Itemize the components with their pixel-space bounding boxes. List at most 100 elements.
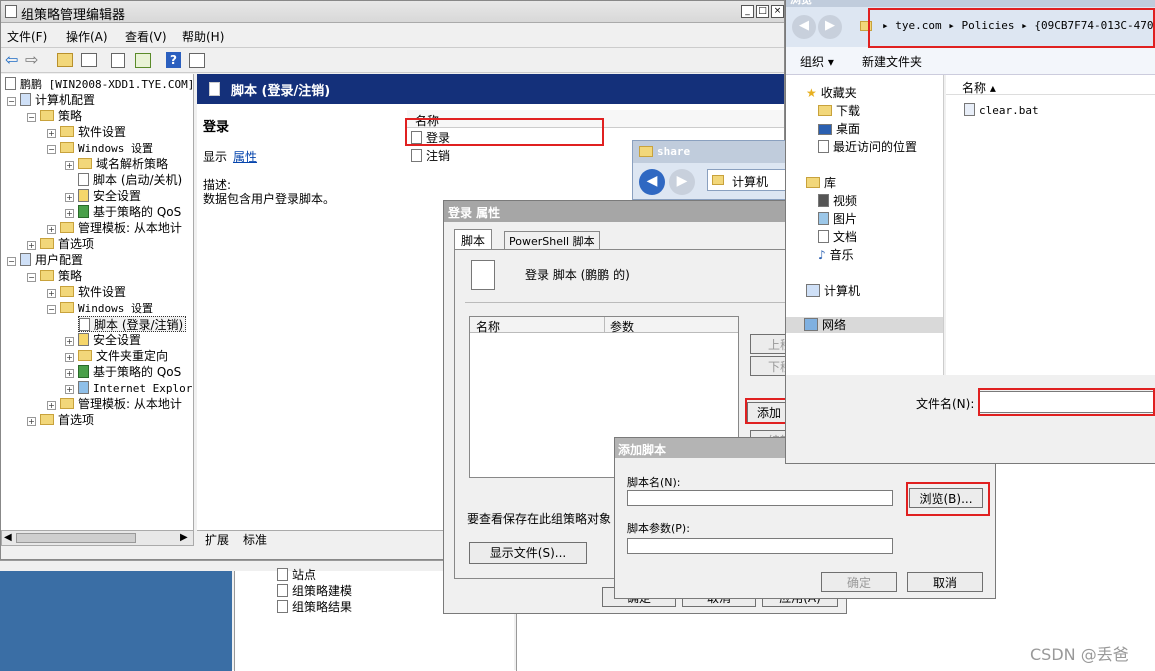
tree-user-admin-templates[interactable]: + 管理模板: 从本地计 <box>47 396 182 412</box>
expand-icon[interactable]: + <box>65 385 74 394</box>
tree-scripts-startup[interactable]: 脚本 (启动/关机) <box>78 172 182 188</box>
tree-scripts-logon[interactable]: 脚本 (登录/注销) <box>78 316 187 332</box>
properties-link[interactable]: 属性 <box>233 148 257 165</box>
col-name[interactable]: 名称 <box>476 318 500 335</box>
script-name-input[interactable] <box>627 490 893 506</box>
help-icon[interactable]: ? <box>166 52 181 68</box>
nav-pictures[interactable]: 图片 <box>818 211 857 227</box>
collapse-icon[interactable]: − <box>27 113 36 122</box>
maximize-icon[interactable]: □ <box>756 5 769 18</box>
tab-scripts[interactable]: 脚本 <box>454 229 493 249</box>
tree-user-policies[interactable]: − 策略 <box>27 268 82 284</box>
tree-windows-settings[interactable]: − Windows 设置 <box>47 140 153 156</box>
gpmc-modeling[interactable]: 组策略建模 <box>277 583 352 599</box>
crumb-guid[interactable]: {09CB7F74-013C-470E-95 <box>1034 19 1155 32</box>
collapse-icon[interactable]: − <box>7 257 16 266</box>
new-folder-button[interactable]: 新建文件夹 <box>862 53 922 70</box>
tab-standard[interactable]: 标准 <box>243 531 267 548</box>
tree-admin-templates[interactable]: + 管理模板: 从本地计 <box>47 220 182 236</box>
tree-user-security[interactable]: + 安全设置 <box>65 332 141 348</box>
nav-computer[interactable]: 计算机 <box>806 283 860 299</box>
tree-root[interactable]: 鹏鹏 [WIN2008-XDD1.TYE.COM] <box>5 76 193 92</box>
tree-name-resolution[interactable]: + 域名解析策略 <box>65 156 168 172</box>
share-address-bar[interactable]: 计算机 <box>707 169 791 191</box>
close-icon[interactable]: × <box>771 5 784 18</box>
tree-user-software[interactable]: + 软件设置 <box>47 284 126 300</box>
collapse-icon[interactable]: − <box>47 305 56 314</box>
file-item-clear-bat[interactable]: clear.bat <box>964 103 1039 119</box>
addscript-cancel-button[interactable]: 取消 <box>907 572 983 592</box>
expand-icon[interactable]: + <box>65 369 74 378</box>
expand-icon[interactable]: + <box>47 289 56 298</box>
show-hide-tree-icon[interactable] <box>81 53 97 67</box>
tree-computer-config[interactable]: − 计算机配置 <box>7 92 95 108</box>
show-files-button[interactable]: 显示文件(S)... <box>469 542 587 564</box>
expand-icon[interactable]: + <box>27 241 36 250</box>
nav-documents[interactable]: 文档 <box>818 229 857 245</box>
crumb-domain[interactable]: tye.com <box>895 19 941 32</box>
menu-view[interactable]: 查看(V) <box>125 28 167 45</box>
expand-icon[interactable]: + <box>65 337 74 346</box>
filename-input[interactable] <box>979 391 1155 413</box>
file-col-name[interactable]: 名称 ▴ <box>962 79 996 96</box>
tab-powershell[interactable]: PowerShell 脚本 <box>504 231 600 249</box>
tree-scrollbar[interactable]: ◀ ▶ <box>1 530 194 546</box>
menu-file[interactable]: 文件(F) <box>7 28 47 45</box>
forward-button-icon[interactable]: ▶ <box>669 169 695 195</box>
script-params-input[interactable] <box>627 538 893 554</box>
view-icon[interactable] <box>189 53 205 68</box>
back-button-icon[interactable]: ◀ <box>639 169 665 195</box>
collapse-icon[interactable]: − <box>27 273 36 282</box>
list-item-logoff[interactable]: 注销 <box>411 147 450 163</box>
back-button-icon[interactable]: ◀ <box>792 15 816 39</box>
properties-icon[interactable] <box>111 53 125 68</box>
scroll-right-icon[interactable]: ▶ <box>180 532 188 543</box>
tree-user-windows[interactable]: − Windows 设置 <box>47 300 153 316</box>
addscript-ok-button[interactable]: 确定 <box>821 572 897 592</box>
tab-extended[interactable]: 扩展 <box>205 531 229 548</box>
nav-music[interactable]: ♪ 音乐 <box>818 247 854 263</box>
expand-icon[interactable]: + <box>47 225 56 234</box>
nav-network[interactable]: 网络 <box>786 317 943 333</box>
browse-button[interactable]: 浏览(B)... <box>909 488 983 508</box>
export-icon[interactable] <box>135 53 151 68</box>
menu-help[interactable]: 帮助(H) <box>182 28 224 45</box>
list-item-logon[interactable]: 登录 <box>411 129 450 145</box>
tree-preferences[interactable]: + 首选项 <box>27 236 94 252</box>
expand-icon[interactable]: + <box>65 353 74 362</box>
tree-user-preferences[interactable]: + 首选项 <box>27 412 94 428</box>
tree-software-settings[interactable]: + 软件设置 <box>47 124 126 140</box>
tree-user-qos[interactable]: + 基于策略的 QoS <box>65 364 181 380</box>
tree-user-config[interactable]: − 用户配置 <box>7 252 83 268</box>
collapse-icon[interactable]: − <box>47 145 56 154</box>
col-param[interactable]: 参数 <box>610 318 634 335</box>
up-folder-icon[interactable] <box>57 53 73 67</box>
gpmc-results[interactable]: 组策略结果 <box>277 599 352 615</box>
breadcrumb[interactable]: ▸ tye.com ▸ Policies ▸ {09CB7F74-013C-47… <box>882 19 1155 37</box>
expand-icon[interactable]: + <box>47 129 56 138</box>
menu-action[interactable]: 操作(A) <box>66 28 108 45</box>
nav-videos[interactable]: 视频 <box>818 193 857 209</box>
expand-icon[interactable]: + <box>47 401 56 410</box>
gpmc-sites[interactable]: 站点 <box>277 567 316 583</box>
expand-icon[interactable]: + <box>27 417 36 426</box>
scroll-thumb[interactable] <box>16 533 136 543</box>
tree-security-settings[interactable]: + 安全设置 <box>65 188 141 204</box>
back-arrow-icon[interactable]: ⇦ <box>5 52 18 68</box>
tree-policies[interactable]: − 策略 <box>27 108 82 124</box>
nav-favorites[interactable]: ★ 收藏夹 <box>806 85 857 101</box>
tree-folder-redirection[interactable]: + 文件夹重定向 <box>65 348 168 364</box>
nav-desktop[interactable]: 桌面 <box>818 121 860 137</box>
minimize-icon[interactable]: _ <box>741 5 754 18</box>
collapse-icon[interactable]: − <box>7 97 16 106</box>
nav-libraries[interactable]: 库 <box>806 175 836 191</box>
tree-qos[interactable]: + 基于策略的 QoS <box>65 204 181 220</box>
nav-downloads[interactable]: 下载 <box>818 103 860 119</box>
crumb-policies[interactable]: Policies <box>961 19 1014 32</box>
tree-internet-explorer[interactable]: + Internet Explor <box>65 380 192 396</box>
organize-button[interactable]: 组织 ▾ <box>800 53 834 70</box>
expand-icon[interactable]: + <box>65 193 74 202</box>
scroll-left-icon[interactable]: ◀ <box>4 532 12 543</box>
expand-icon[interactable]: + <box>65 209 74 218</box>
list-header-name[interactable]: 名称 <box>415 112 439 129</box>
